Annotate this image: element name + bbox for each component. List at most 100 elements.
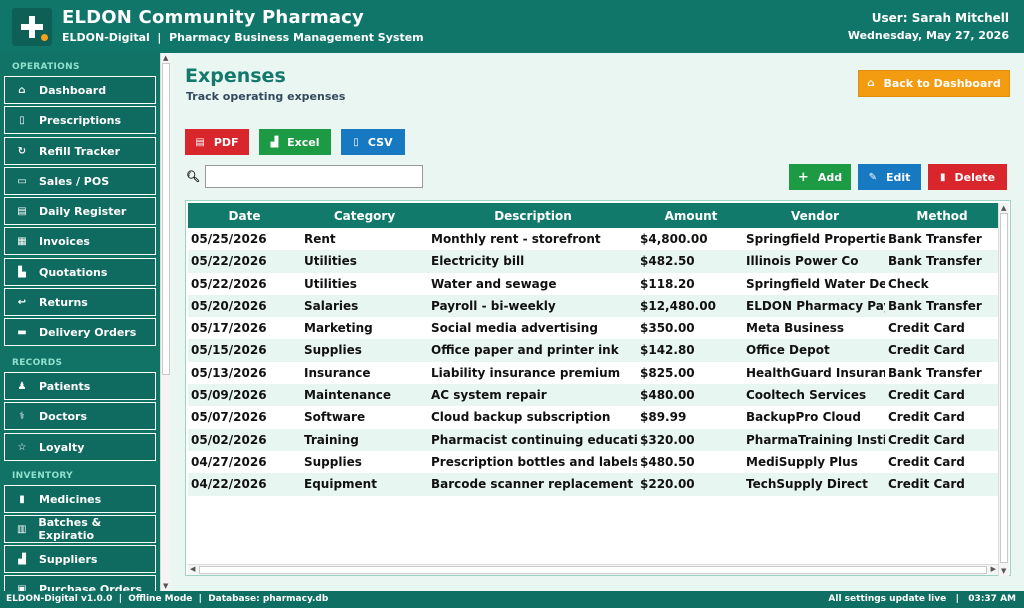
current-user: User: Sarah Mitchell [871,11,1009,25]
cell-method: Credit Card [888,432,965,447]
table-horizontal-scrollbar[interactable]: ◀ ▶ [188,564,998,575]
sidebar-item-dashboard[interactable]: ⌂ Dashboard [4,76,156,104]
home-icon: ⌂ [867,78,875,89]
table-row[interactable]: 05/17/2026 Marketing Social media advertis… [188,317,998,339]
search-input[interactable] [205,165,423,188]
cell-date: 05/20/2026 [191,298,267,313]
sidebar-item-label: Delivery Orders [39,325,137,339]
sidebar-item-medicines[interactable]: ▮ Medicines [4,485,156,513]
search-icon: 🔍︎ [186,170,200,183]
chart-icon: ▟ [270,136,279,148]
sidebar-item-delivery-orders[interactable]: ▬ Delivery Orders [4,318,156,346]
table-row[interactable]: 05/13/2026 Insurance Liability insurance p… [188,362,998,384]
cell-amount: $12,480.00 [640,298,716,313]
cell-amount: $118.20 [640,276,695,291]
sidebar-item-loyalty[interactable]: ☆ Loyalty [4,433,156,461]
cell-method: Credit Card [888,343,965,358]
delete-expense-button[interactable]: ▮ Delete [928,164,1007,190]
edit-expense-button[interactable]: ✎ Edit [858,164,921,190]
sidebar-item-refill-tracker[interactable]: ↻ Refill Tracker [4,137,156,165]
sidebar-scrollbar[interactable]: ▲ ▼ [160,53,171,591]
refresh-icon: ↻ [17,145,27,157]
cell-date: 04/27/2026 [191,454,267,469]
column-header-category[interactable]: Category [301,209,428,223]
cell-method: Bank Transfer [888,365,982,380]
section-label-inventory: INVENTORY [12,471,73,481]
cell-vendor: ELDON Pharmacy Payroll [746,298,885,313]
cell-description: Pharmacist continuing education [431,432,637,447]
app-header: ELDON Community Pharmacy ELDON-Digital |… [0,0,1024,53]
table-row[interactable]: 04/22/2026 Equipment Barcode scanner repla… [188,473,998,496]
sidebar-item-doctors[interactable]: ⚕ Doctors [4,402,156,430]
cell-amount: $482.50 [640,254,695,269]
table-row[interactable]: 05/20/2026 Salaries Payroll - bi-weekly $12… [188,294,998,318]
factory-icon: ▟ [18,553,26,565]
sidebar-item-patients[interactable]: ♟ Patients [4,372,156,400]
cell-category: Marketing [304,321,373,336]
cell-category: Software [304,410,366,425]
quote-icon: ▙ [18,266,26,278]
cell-vendor: HealthGuard Insurance [746,365,885,380]
cell-method: Check [888,276,929,291]
cell-amount: $825.00 [640,365,695,380]
sidebar-item-daily-register[interactable]: ▤ Daily Register [4,197,156,225]
cell-description: Office paper and printer ink [431,343,619,358]
export-pdf-button[interactable]: ▤ PDF [185,129,249,155]
status-bar: ELDON-Digital v1.0.0 | Offline Mode | Da… [0,591,1024,608]
table-row[interactable]: 05/25/2026 Rent Monthly rent - storefront $… [188,228,998,250]
table-row[interactable]: 04/27/2026 Supplies Prescription bottles a… [188,451,998,473]
sidebar-item-label: Returns [39,295,88,309]
column-header-method[interactable]: Method [886,209,998,223]
cell-date: 05/07/2026 [191,410,267,425]
table-row[interactable]: 05/15/2026 Supplies Office paper and print… [188,339,998,362]
sidebar-item-label: Batches & Expiratio [38,516,102,542]
cell-method: Bank Transfer [888,254,982,269]
delete-label: Delete [954,170,996,184]
table-row[interactable]: 05/09/2026 Maintenance AC system repair $48… [188,384,998,407]
cell-vendor: PharmaTraining Institute [746,432,885,447]
sidebar-item-returns[interactable]: ↩ Returns [4,288,156,316]
page-subtitle: Track operating expenses [186,90,346,103]
cell-method: Credit Card [888,388,965,403]
excel-label: Excel [287,135,320,149]
table-vertical-scrollbar[interactable]: ▲ ▼ [998,203,1009,576]
section-label-operations: OPERATIONS [12,62,80,72]
sidebar-item-invoices[interactable]: ▦ Invoices [4,227,156,255]
cell-method: Credit Card [888,321,965,336]
cell-amount: $480.00 [640,388,695,403]
export-excel-button[interactable]: ▟ Excel [259,129,331,155]
cell-description: Barcode scanner replacement [431,477,634,492]
back-to-dashboard-button[interactable]: ⌂ Back to Dashboard [858,70,1010,97]
sidebar-item-label: Purchase Orders [39,582,143,592]
column-header-amount[interactable]: Amount [638,209,744,223]
cell-category: Rent [304,232,336,246]
sidebar-item-quotations[interactable]: ▙ Quotations [4,258,156,286]
column-header-date[interactable]: Date [188,209,301,223]
table-row[interactable]: 05/07/2026 Software Cloud backup subscript… [188,406,998,428]
cell-description: Social media advertising [431,321,598,336]
cell-description: Electricity bill [431,254,525,269]
sidebar-item-suppliers[interactable]: ▟ Suppliers [4,545,156,573]
column-header-vendor[interactable]: Vendor [744,209,886,223]
cell-date: 05/22/2026 [191,254,267,269]
sidebar-item-sales-pos[interactable]: ▭ Sales / POS [4,167,156,195]
table-row[interactable]: 05/22/2026 Utilities Electricity bill $482.… [188,250,998,273]
pill-icon: ▮ [19,493,25,505]
sidebar-item-prescriptions[interactable]: ▯ Prescriptions [4,106,156,134]
batch-icon: ▥ [16,523,27,535]
cell-vendor: Cooltech Services [746,388,867,403]
add-expense-button[interactable]: + Add [789,164,851,190]
table-row[interactable]: 05/02/2026 Training Pharmacist continuing … [188,428,998,451]
export-csv-button[interactable]: ▯ CSV [341,129,405,155]
sidebar-item-label: Refill Tracker [39,144,121,158]
table-row[interactable]: 05/22/2026 Utilities Water and sewage $118.… [188,273,998,295]
status-right: All settings update live | 03:37 AM [828,594,1016,604]
column-header-description[interactable]: Description [428,209,638,223]
cell-date: 05/09/2026 [191,388,267,403]
cell-description: AC system repair [431,388,547,403]
cell-method: Credit Card [888,454,965,469]
cell-description: Water and sewage [431,276,557,291]
sidebar-item-purchase-orders[interactable]: ▣ Purchase Orders [4,575,156,591]
sidebar-item-batches-expiratio[interactable]: ▥ Batches & Expiratio [4,515,156,543]
pharmacy-cross-icon [12,8,52,46]
